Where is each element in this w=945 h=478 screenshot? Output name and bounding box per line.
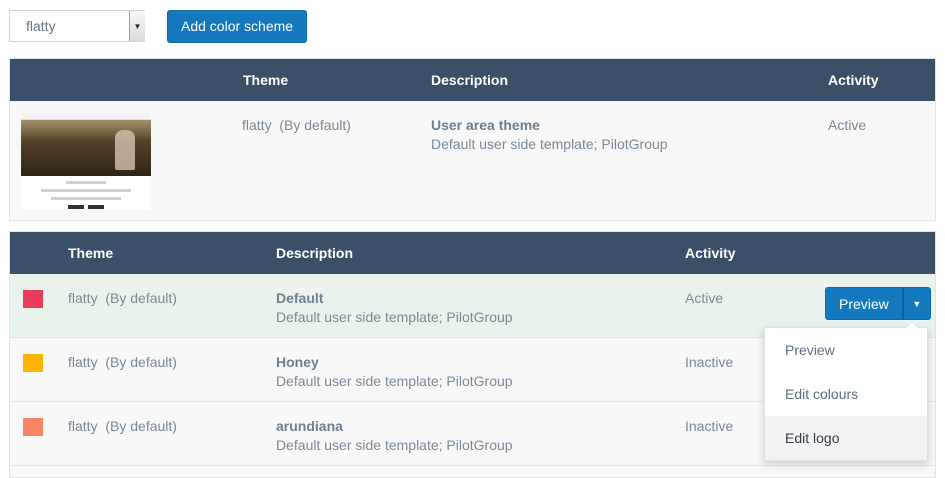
activity-cell: Active xyxy=(685,290,724,306)
theme-note: (By default) xyxy=(279,117,351,133)
header-description: Description xyxy=(276,245,354,261)
description-sub: Default user side template; PilotGroup xyxy=(431,136,668,152)
description-cell: User area theme Default user side templa… xyxy=(431,117,668,152)
menu-item-edit-colours[interactable]: Edit colours xyxy=(765,372,927,416)
description-sub: Default user side template; PilotGroup xyxy=(276,437,513,453)
preview-dropdown-menu: Preview Edit colours Edit logo xyxy=(764,321,928,461)
theme-name: flatty xyxy=(242,117,272,133)
caret-down-icon[interactable]: ▼ xyxy=(902,287,931,320)
description-title: Honey xyxy=(276,354,319,370)
theme-thumbnail xyxy=(21,113,151,209)
theme-note: (By default) xyxy=(105,418,177,434)
menu-item-edit-logo[interactable]: Edit logo xyxy=(765,416,927,460)
theme-note: (By default) xyxy=(105,354,177,370)
description-sub: Default user side template; PilotGroup xyxy=(276,373,513,389)
header-activity: Activity xyxy=(685,245,736,261)
theme-name-cell: flatty (By default) xyxy=(242,117,351,133)
theme-name-cell: flatty (By default) xyxy=(68,290,177,306)
add-color-scheme-button[interactable]: Add color scheme xyxy=(167,9,308,43)
table-row xyxy=(10,465,935,476)
theme-note: (By default) xyxy=(105,290,177,306)
themes-table: Theme Description Activity flatty (By de… xyxy=(9,58,936,221)
theme-name: flatty xyxy=(68,418,98,434)
theme-name: flatty xyxy=(68,354,98,370)
header-activity: Activity xyxy=(828,72,879,88)
activity-cell: Active xyxy=(828,117,867,133)
schemes-table-header: Theme Description Activity xyxy=(10,232,935,274)
triangle-down-icon[interactable]: ▼ xyxy=(129,11,145,41)
theme-name-cell: flatty (By default) xyxy=(68,418,177,434)
themes-table-header: Theme Description Activity xyxy=(10,59,935,101)
header-description: Description xyxy=(431,72,509,88)
activity-cell: Inactive xyxy=(685,354,734,370)
color-swatch xyxy=(23,418,43,436)
theme-name-cell: flatty (By default) xyxy=(68,354,177,370)
preview-button[interactable]: Preview xyxy=(825,287,903,320)
color-swatch xyxy=(23,290,43,308)
top-toolbar: flatty ▼ Add color scheme xyxy=(9,9,308,43)
description-title: arundiana xyxy=(276,418,343,434)
menu-item-preview[interactable]: Preview xyxy=(765,328,927,372)
description-cell: Default Default user side template; Pilo… xyxy=(276,290,513,325)
description-sub: Default user side template; PilotGroup xyxy=(276,309,513,325)
theme-select-value: flatty xyxy=(26,18,56,34)
activity-cell: Inactive xyxy=(685,418,734,434)
header-theme: Theme xyxy=(68,245,114,261)
description-title: Default xyxy=(276,290,324,306)
table-row: flatty (By default) User area theme Defa… xyxy=(10,101,935,219)
theme-select[interactable]: flatty ▼ xyxy=(9,10,145,42)
description-cell: Honey Default user side template; PilotG… xyxy=(276,354,513,389)
header-theme: Theme xyxy=(243,72,289,88)
color-swatch xyxy=(23,354,43,372)
theme-name: flatty xyxy=(68,290,98,306)
description-title: User area theme xyxy=(431,117,540,133)
description-cell: arundiana Default user side template; Pi… xyxy=(276,418,513,453)
preview-split-button: Preview ▼ xyxy=(825,287,931,320)
